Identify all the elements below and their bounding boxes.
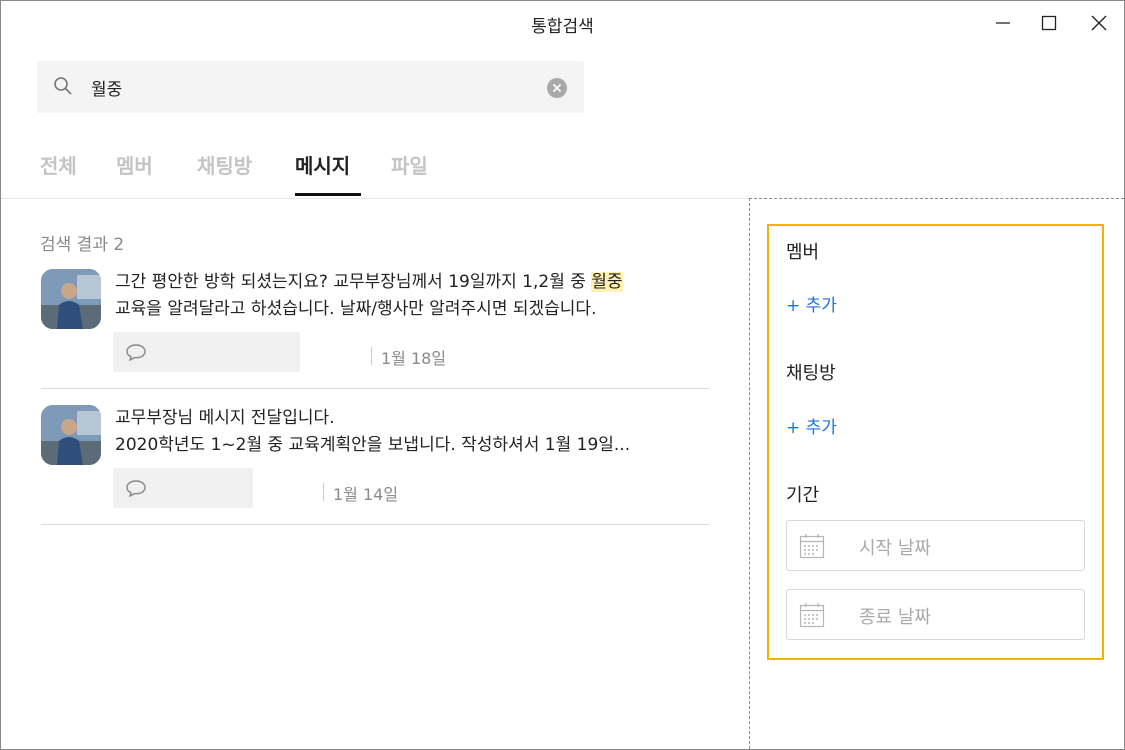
tab-all[interactable]: 전체 <box>40 150 77 179</box>
tab-divider <box>1 198 749 199</box>
message-line1: 그간 평안한 방학 되셨는지요? 교무부장님께서 19일까지 1,2월 중 <box>115 272 592 292</box>
avatar <box>41 405 101 465</box>
message-line1: 교무부장님 메시지 전달입니다. <box>115 408 335 428</box>
message-line2: 교육을 알려달라고 하셨습니다. 날짜/행사만 알려주시면 되겠습니다. <box>115 299 597 319</box>
active-tab-indicator <box>295 193 361 196</box>
date-separator <box>323 483 324 501</box>
maximize-button[interactable] <box>1026 1 1072 45</box>
row-divider <box>41 388 709 389</box>
title-bar: 통합검색 <box>1 1 1124 45</box>
row-divider <box>41 524 709 525</box>
chatroom-chip[interactable] <box>113 332 300 372</box>
avatar-photo <box>41 269 101 329</box>
date-separator <box>371 347 372 365</box>
calendar-icon <box>799 534 825 559</box>
message-date: 1월 18일 <box>381 349 447 368</box>
close-icon <box>1091 15 1107 31</box>
start-date-placeholder: 시작 날짜 <box>859 538 931 559</box>
search-window: 통합검색 월중 전체 멤버 채팅방 메시지 파일 검색 결과 2 그간 평안한 … <box>0 0 1125 750</box>
message-line2: 2020학년도 1~2월 중 교육계획안을 보냅니다. 작성하셔서 1월 19일… <box>115 435 631 455</box>
search-box[interactable]: 월중 <box>37 61 584 113</box>
start-date-input[interactable]: 시작 날짜 <box>786 520 1085 571</box>
search-input[interactable]: 월중 <box>91 75 122 100</box>
end-date-input[interactable]: 종료 날짜 <box>786 589 1085 640</box>
period-filter-label: 기간 <box>786 485 820 506</box>
minimize-button[interactable] <box>980 1 1026 45</box>
chat-bubble-icon <box>126 344 146 361</box>
avatar-photo <box>41 405 101 465</box>
tab-messages[interactable]: 메시지 <box>295 150 350 179</box>
search-highlight: 월중 <box>591 272 623 292</box>
chatroom-chip[interactable] <box>113 468 253 508</box>
maximize-icon <box>1041 15 1057 31</box>
minimize-icon <box>996 22 1010 24</box>
clear-search-icon[interactable] <box>546 77 568 99</box>
close-button[interactable] <box>1076 1 1122 45</box>
end-date-placeholder: 종료 날짜 <box>859 607 931 628</box>
tab-members[interactable]: 멤버 <box>116 150 153 179</box>
message-date: 1월 14일 <box>333 485 399 504</box>
calendar-icon <box>799 603 825 628</box>
search-icon <box>54 77 72 95</box>
tab-chatrooms[interactable]: 채팅방 <box>197 150 252 179</box>
add-chatroom-button[interactable]: + 추가 <box>786 413 837 438</box>
member-filter-label: 멤버 <box>786 242 820 263</box>
add-member-button[interactable]: + 추가 <box>786 291 837 316</box>
message-text: 교무부장님 메시지 전달입니다. 2020학년도 1~2월 중 교육계획안을 보… <box>115 405 630 459</box>
window-title: 통합검색 <box>531 17 594 37</box>
chat-bubble-icon <box>126 480 146 497</box>
tab-files[interactable]: 파일 <box>391 150 428 179</box>
message-text: 그간 평안한 방학 되셨는지요? 교무부장님께서 19일까지 1,2월 중 월중… <box>115 269 623 323</box>
chatroom-filter-label: 채팅방 <box>786 363 836 384</box>
avatar <box>41 269 101 329</box>
result-count: 검색 결과 2 <box>40 235 125 255</box>
